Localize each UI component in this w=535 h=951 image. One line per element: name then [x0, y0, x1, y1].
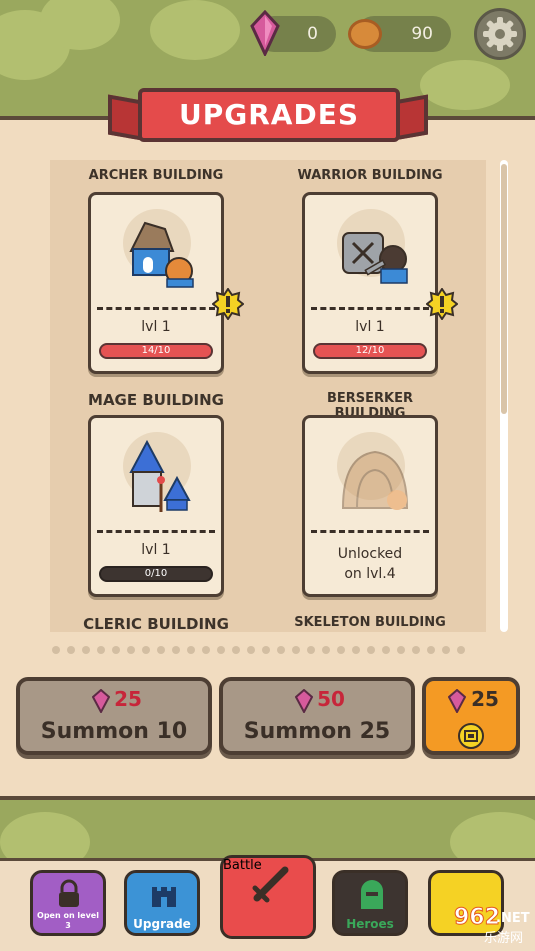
building-name-warrior: WARRIOR BUILDING: [297, 168, 443, 183]
progress-text: 12/10: [355, 345, 385, 356]
progress-text: 0/10: [144, 568, 168, 579]
card-divider: [97, 530, 215, 533]
summon-special-button[interactable]: 25: [422, 677, 520, 755]
nav-heroes-label: Heroes: [346, 917, 394, 931]
card-divider: [311, 307, 429, 310]
site-watermark-logo: 962 .NET 乐游网: [454, 905, 530, 947]
building-card-berserker[interactable]: Unlocked on lvl.4: [302, 415, 438, 597]
upgrade-alert-icon: [426, 288, 458, 320]
gem-count: 0: [307, 24, 318, 44]
progress-bar: 0/10: [99, 566, 213, 582]
gem-icon: [250, 10, 280, 56]
building-name-mage: MAGE BUILDING: [88, 391, 224, 409]
title-banner: UPGRADES: [138, 88, 400, 142]
unlock-line: on lvl.4: [344, 566, 396, 582]
bush-decoration: [150, 0, 240, 60]
building-card-warrior[interactable]: lvl 1 12/10: [302, 192, 438, 374]
nav-locked-label: Open on level 3: [37, 911, 99, 930]
lock-icon: [59, 879, 79, 907]
page-title: UPGRADES: [178, 98, 359, 131]
mage-building-icon: [129, 439, 191, 512]
summon-cost: 25: [114, 687, 142, 711]
helmet-icon: [361, 880, 383, 909]
building-name-archer: ARCHER BUILDING: [88, 168, 224, 183]
summon-cost: 50: [317, 687, 345, 711]
nav-upgrade-button[interactable]: Upgrade: [124, 870, 200, 936]
watermark-number: 962: [454, 905, 500, 930]
building-card-archer[interactable]: lvl 1 14/10: [88, 192, 224, 374]
divider-dots: [52, 646, 492, 656]
unlock-line: Unlocked: [337, 546, 403, 562]
scrollbar-thumb[interactable]: [501, 164, 507, 414]
nav-battle-button[interactable]: Battle: [220, 855, 316, 939]
unlock-requirement: Unlocked on lvl.4: [305, 544, 435, 584]
watermark-tld: .NET: [496, 911, 530, 926]
building-level: lvl 1: [141, 319, 171, 335]
building-card-mage[interactable]: lvl 1 0/10: [88, 415, 224, 597]
gear-icon: [483, 17, 517, 51]
building-name-skeleton: SKELETON BUILDING: [294, 615, 446, 630]
summon-25-button[interactable]: 50 Summon 25: [219, 677, 415, 755]
nav-locked-button[interactable]: Open on level 3: [30, 870, 106, 936]
nav-heroes-button[interactable]: Heroes: [332, 870, 408, 936]
warrior-building-icon: [342, 232, 408, 284]
progress-bar: 12/10: [313, 343, 427, 359]
card-divider: [311, 530, 429, 533]
upgrade-alert-icon: [212, 288, 244, 320]
summon-cost: 25: [471, 687, 499, 711]
archer-building-icon: [129, 221, 194, 288]
progress-text: 14/10: [141, 345, 171, 356]
summon-10-button[interactable]: 25 Summon 10: [16, 677, 212, 755]
sword-icon: [252, 866, 289, 903]
scrollbar[interactable]: [500, 160, 508, 632]
building-level: lvl 1: [355, 319, 385, 335]
building-level: lvl 1: [141, 542, 171, 558]
watermark-cn: 乐游网: [484, 931, 523, 946]
settings-button[interactable]: [474, 8, 526, 60]
building-name-cleric: CLERIC BUILDING: [83, 615, 229, 633]
berserker-building-icon: [341, 450, 409, 510]
summon-label: Summon 10: [40, 719, 188, 744]
progress-bar: 14/10: [99, 343, 213, 359]
card-divider: [97, 307, 215, 310]
coin-count: 90: [411, 24, 433, 44]
video-ad-icon: [458, 723, 484, 749]
summon-label: Summon 25: [243, 719, 391, 744]
coin-icon: [348, 19, 382, 49]
castle-icon: [152, 887, 176, 907]
bush-decoration: [420, 60, 510, 110]
nav-upgrade-label: Upgrade: [133, 917, 191, 931]
